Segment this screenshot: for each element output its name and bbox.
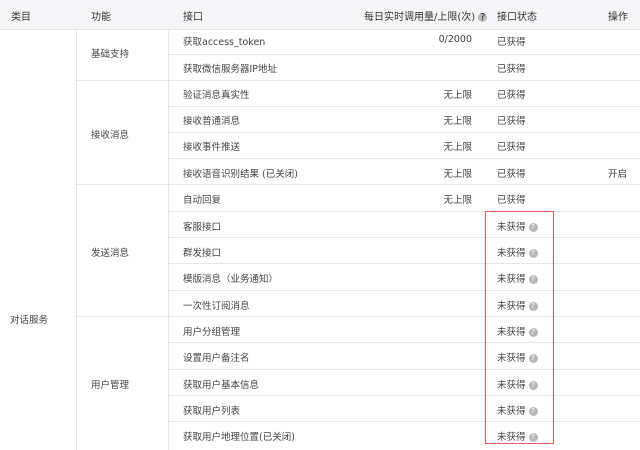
column-divider: [168, 29, 169, 450]
header-status: 接口状态: [497, 12, 537, 23]
row-divider: [168, 237, 640, 238]
api-name: 自动回复: [183, 195, 222, 206]
highlight-box: [485, 211, 554, 444]
row-divider: [168, 263, 640, 264]
row-divider: [168, 369, 640, 370]
api-name: 一次性订阅消息: [183, 301, 250, 312]
group-divider: [76, 184, 640, 185]
status-badge: 已获得: [497, 37, 526, 48]
api-name: 模版消息（业务通知）: [183, 274, 279, 285]
usage-value: 无上限: [443, 142, 472, 153]
status-badge: 已获得: [497, 142, 526, 153]
api-name: 获取用户列表: [183, 406, 241, 417]
usage-value: 无上限: [443, 116, 472, 127]
api-name: 客服接口: [183, 222, 222, 233]
api-name: 接收事件推送: [183, 142, 241, 153]
usage-value: 0/2000: [438, 34, 472, 45]
row-divider: [168, 211, 640, 212]
api-name: 获取用户基本信息: [183, 380, 260, 391]
api-name: 验证消息真实性: [183, 90, 250, 101]
group-send-messages: 发送消息: [91, 248, 130, 259]
status-badge: 已获得: [497, 169, 526, 180]
group-divider: [76, 80, 640, 81]
row-divider: [168, 158, 640, 159]
header-usage: 每日实时调用量/上限(次)?: [364, 11, 488, 23]
api-name: 获取access_token: [183, 37, 266, 48]
row-divider: [168, 106, 640, 107]
row-divider: [168, 290, 640, 291]
status-badge: 已获得: [497, 116, 526, 127]
group-divider: [76, 316, 640, 317]
api-name: 用户分组管理: [183, 327, 241, 338]
api-name: 接收普通消息: [183, 116, 241, 127]
header-function: 功能: [91, 12, 111, 23]
api-name: 接收语音识别结果 (已关闭): [183, 169, 298, 180]
api-name: 群发接口: [183, 248, 222, 259]
column-divider: [76, 29, 77, 450]
header-operation: 操作: [608, 12, 628, 23]
question-circle-icon[interactable]: ?: [478, 12, 488, 22]
group-receive-messages: 接收消息: [91, 130, 130, 141]
header-api: 接口: [183, 12, 203, 23]
api-name: 获取用户地理位置(已关闭): [183, 432, 295, 443]
api-name: 获取微信服务器IP地址: [183, 64, 278, 75]
enable-link[interactable]: 开启: [608, 166, 627, 180]
api-name: 设置用户备注名: [183, 353, 250, 364]
usage-value: 无上限: [443, 169, 472, 180]
status-badge: 已获得: [497, 64, 526, 75]
row-divider: [168, 132, 640, 133]
group-user-management: 用户管理: [91, 380, 130, 391]
row-divider: [168, 395, 640, 396]
group-basic-support: 基础支持: [91, 49, 130, 60]
row-divider: [168, 54, 640, 55]
usage-value: 无上限: [443, 90, 472, 101]
row-divider: [168, 342, 640, 343]
row-divider: [168, 421, 640, 422]
category-label: 对话服务: [10, 315, 49, 326]
usage-value: 无上限: [443, 195, 472, 206]
status-badge: 已获得: [497, 90, 526, 101]
header-category: 类目: [11, 12, 31, 23]
table-header: 类目 功能 接口 每日实时调用量/上限(次)? 接口状态 操作: [0, 0, 640, 30]
status-badge: 已获得: [497, 195, 526, 206]
